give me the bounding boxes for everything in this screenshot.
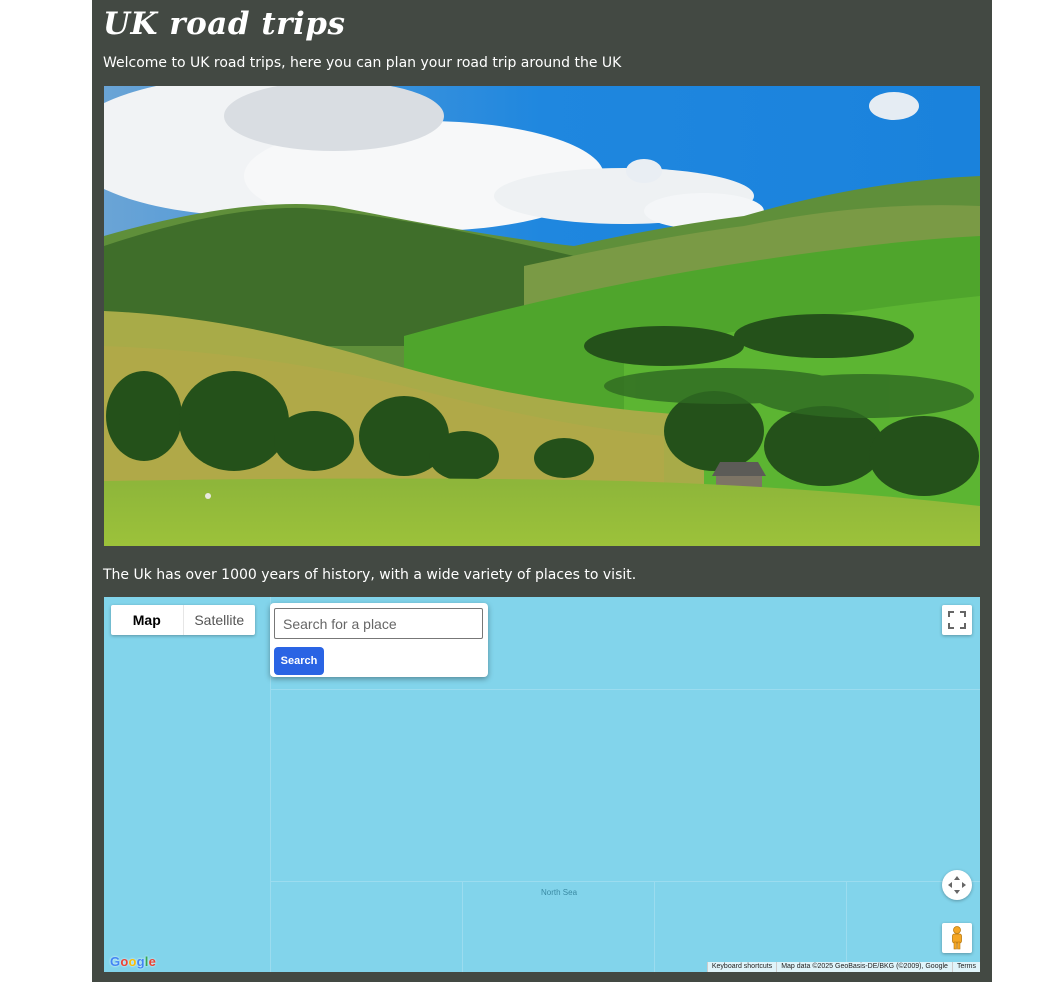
- map-type-map-button[interactable]: Map: [111, 605, 184, 635]
- pegman-icon: [952, 926, 962, 950]
- map-type-satellite-button[interactable]: Satellite: [184, 605, 256, 635]
- map-sea-label: North Sea: [541, 888, 578, 897]
- place-search-button[interactable]: Search: [274, 647, 324, 675]
- logo-letter: g: [136, 954, 145, 969]
- map-type-control: Map Satellite: [111, 605, 255, 635]
- google-logo: Google: [110, 954, 156, 969]
- google-map[interactable]: Map Satellite Search for a place Search …: [104, 597, 980, 972]
- intro-text: Welcome to UK road trips, here you can p…: [103, 55, 622, 71]
- keyboard-shortcuts-link[interactable]: Keyboard shortcuts: [706, 962, 777, 972]
- map-tile-border: [654, 881, 655, 972]
- hero-landscape-image: [104, 86, 980, 546]
- map-tile-border: [270, 689, 980, 690]
- map-data-credit: Map data ©2025 GeoBasis-DE/BKG (©2009), …: [776, 962, 952, 972]
- map-attribution: Keyboard shortcuts Map data ©2025 GeoBas…: [706, 962, 980, 972]
- fullscreen-button[interactable]: [942, 605, 972, 635]
- logo-letter: G: [110, 954, 121, 969]
- camera-control-icon: [948, 876, 966, 894]
- page-title: UK road trips: [103, 6, 346, 42]
- map-tile-border: [462, 881, 463, 972]
- terms-link[interactable]: Terms: [951, 962, 980, 972]
- fullscreen-icon: [948, 611, 966, 629]
- history-text: The Uk has over 1000 years of history, w…: [103, 567, 637, 583]
- page-container: UK road trips Welcome to UK road trips, …: [92, 0, 992, 982]
- logo-letter: e: [148, 954, 157, 969]
- camera-control-button[interactable]: [942, 870, 972, 900]
- place-search-input[interactable]: [274, 608, 483, 639]
- map-tile-border: [270, 881, 980, 882]
- map-tile-border: [846, 881, 847, 972]
- logo-letter: o: [128, 954, 137, 969]
- place-search-panel: Search: [270, 603, 488, 677]
- street-view-pegman-button[interactable]: [942, 923, 972, 953]
